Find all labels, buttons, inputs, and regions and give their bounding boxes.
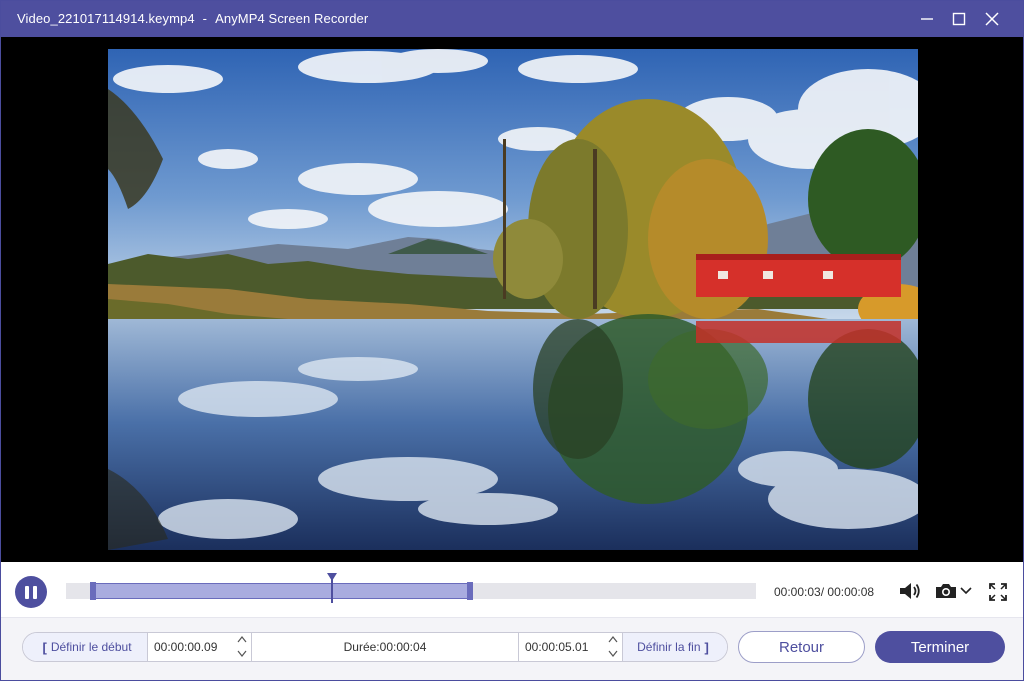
video-frame[interactable]: [108, 49, 918, 550]
selected-range: [92, 583, 471, 599]
close-button[interactable]: [975, 1, 1009, 37]
video-preview-area[interactable]: [1, 37, 1023, 562]
file-name: Video_221017114914.keymp4: [17, 11, 195, 26]
minimize-icon: [921, 18, 933, 20]
range-start-handle[interactable]: [90, 582, 96, 600]
set-end-button[interactable]: Définir la fin]: [622, 633, 727, 661]
chevron-down-icon[interactable]: [608, 649, 618, 658]
window-title: Video_221017114914.keymp4- AnyMP4 Screen …: [17, 11, 368, 26]
minimize-button[interactable]: [910, 1, 944, 37]
set-start-button[interactable]: [Définir le début: [23, 633, 147, 661]
start-time-field[interactable]: 00:00:00.09: [147, 633, 251, 661]
maximize-icon: [952, 12, 966, 26]
duration-label: Durée:: [343, 640, 380, 654]
bracket-open: [: [42, 639, 47, 655]
end-time-value: 00:00:05.01: [525, 640, 589, 654]
range-end-handle[interactable]: [467, 582, 473, 600]
title-bar: Video_221017114914.keymp4- AnyMP4 Screen …: [1, 1, 1023, 37]
time-readout: 00:00:03/ 00:00:08: [774, 585, 874, 599]
current-time: 00:00:03: [774, 585, 821, 599]
snapshot-menu-button[interactable]: [959, 584, 973, 598]
chevron-down-icon[interactable]: [237, 649, 247, 658]
playhead[interactable]: [327, 573, 337, 603]
playhead-line: [331, 579, 333, 603]
recorder-window: Video_221017114914.keymp4- AnyMP4 Screen …: [0, 0, 1024, 681]
close-icon: [985, 12, 999, 26]
maximize-button[interactable]: [942, 1, 976, 37]
volume-icon: [900, 583, 920, 599]
finish-button[interactable]: Terminer: [875, 631, 1005, 663]
back-button[interactable]: Retour: [738, 631, 865, 663]
start-time-stepper[interactable]: [237, 635, 247, 659]
play-pause-button[interactable]: [15, 576, 47, 608]
set-end-label: Définir la fin: [637, 640, 701, 654]
total-time: 00:00:08: [827, 585, 875, 599]
pause-icon: [25, 585, 29, 599]
snapshot-button[interactable]: [933, 580, 959, 602]
bracket-close: ]: [704, 639, 709, 655]
duration-value: 00:00:04: [379, 640, 427, 654]
pause-icon-bar: [33, 585, 37, 599]
camera-icon: [936, 584, 956, 598]
volume-button[interactable]: [897, 580, 923, 602]
chevron-up-icon[interactable]: [237, 635, 247, 644]
chevron-up-icon[interactable]: [608, 635, 618, 644]
timeline-track[interactable]: [66, 573, 756, 603]
chevron-down-icon: [960, 587, 972, 595]
clip-range-group: [Définir le début 00:00:00.09 Durée: 00:0…: [22, 632, 728, 662]
video-frame-image: [108, 49, 918, 550]
fullscreen-icon: [989, 583, 1007, 601]
fullscreen-button[interactable]: [987, 581, 1009, 603]
end-time-stepper[interactable]: [608, 635, 618, 659]
duration-display: Durée: 00:00:04: [251, 633, 518, 661]
set-start-label: Définir le début: [50, 640, 132, 654]
end-time-field[interactable]: 00:00:05.01: [518, 633, 622, 661]
start-time-value: 00:00:00.09: [154, 640, 218, 654]
playback-bar: 00:00:03/ 00:00:08: [1, 562, 1023, 618]
title-separator: -: [202, 11, 208, 26]
clip-toolbar: [Définir le début 00:00:00.09 Durée: 00:0…: [1, 618, 1023, 680]
app-name: AnyMP4 Screen Recorder: [215, 11, 369, 26]
